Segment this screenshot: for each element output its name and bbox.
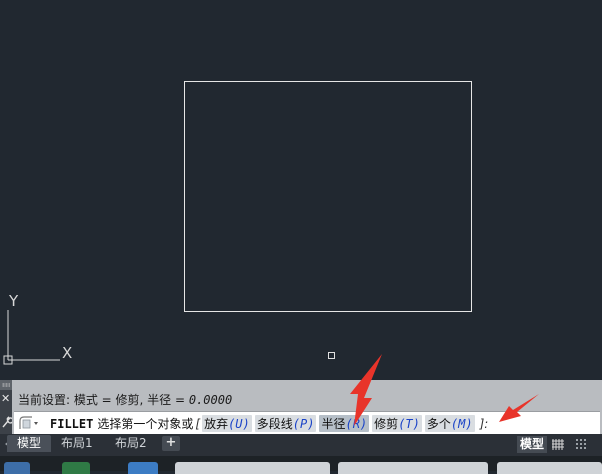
tab-layout2[interactable]: 布局2 (105, 435, 157, 452)
taskbar-window-button[interactable] (175, 462, 330, 474)
command-input[interactable]: FILLET 选择第一个对象或 [ 放弃(U) 多段线(P) 半径(R) 修剪(… (14, 411, 600, 434)
command-history-line: 当前设置: 模式 = 修剪, 半径 = 0.0000 (18, 391, 232, 408)
option-radius[interactable]: 半径(R) (319, 415, 370, 432)
snap-grid-icon[interactable] (575, 438, 589, 451)
option-trim[interactable]: 修剪(T) (372, 415, 422, 432)
grid-icon[interactable] (551, 438, 565, 451)
command-prompt-icon[interactable] (18, 415, 40, 431)
command-name: FILLET (50, 416, 94, 431)
taskbar-app-icon[interactable] (62, 462, 90, 474)
option-undo[interactable]: 放弃(U) (202, 415, 252, 432)
history-text: 当前设置: 模式 = 修剪, 半径 = (18, 393, 189, 407)
add-layout-button[interactable]: + (162, 436, 180, 451)
ucs-x-label: X (62, 344, 73, 362)
option-polyline[interactable]: 多段线(P) (254, 415, 317, 432)
close-icon[interactable]: ✕ (1, 392, 10, 405)
wrench-icon[interactable] (1, 415, 12, 429)
tab-layout1[interactable]: 布局1 (51, 435, 103, 452)
taskbar-window-button[interactable] (338, 462, 488, 474)
taskbar-window-button[interactable] (497, 462, 602, 474)
taskbar-start-icon[interactable] (4, 462, 30, 474)
model-space-button[interactable]: 模型 (517, 436, 548, 453)
options-bracket-open: [ (195, 416, 201, 431)
history-radius-value: 0.0000 (188, 393, 233, 407)
command-prompt: 选择第一个对象或 (97, 417, 194, 431)
tab-model[interactable]: 模型 (7, 435, 52, 452)
option-multiple[interactable]: 多个(M) (424, 415, 475, 432)
options-bracket-close: ]: (479, 416, 489, 431)
taskbar-app-icon[interactable] (128, 462, 158, 474)
rectangle-object[interactable] (184, 81, 472, 312)
command-window-grip[interactable] (0, 380, 12, 390)
command-prompt-text: FILLET 选择第一个对象或 [ 放弃(U) 多段线(P) 半径(R) 修剪(… (50, 415, 490, 432)
ucs-y-label: Y (9, 292, 19, 310)
cursor-pickbox (328, 352, 335, 359)
